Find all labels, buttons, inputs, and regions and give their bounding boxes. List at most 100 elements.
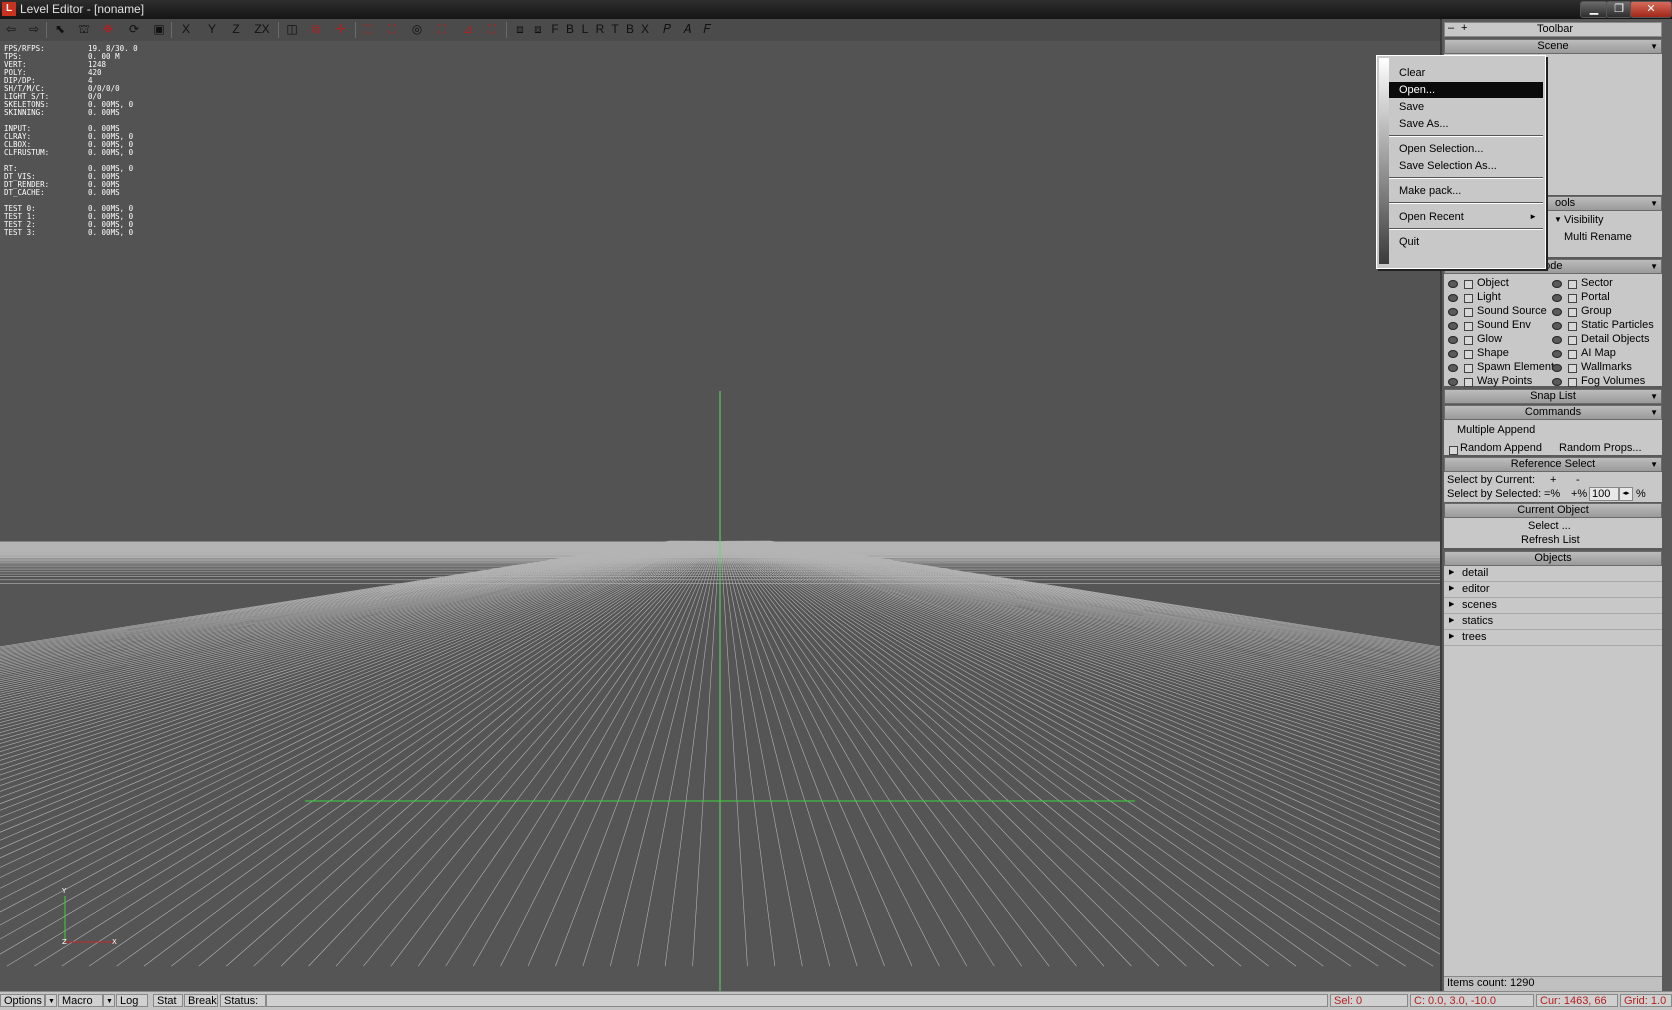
edit-mode-checkbox[interactable]: [1568, 378, 1577, 387]
menu-item-open-recent[interactable]: Open Recent ►: [1389, 209, 1543, 225]
view-left-button[interactable]: L: [580, 21, 590, 37]
zoom-extent-button[interactable]: ⧈: [512, 21, 528, 37]
maximize-button[interactable]: ❐: [1606, 1, 1632, 18]
tree-item-detail[interactable]: ▶ detail: [1444, 566, 1662, 582]
random-props-button[interactable]: Random Props...: [1559, 442, 1642, 454]
axis-y-button[interactable]: Y: [204, 21, 220, 37]
edit-mode-checkbox[interactable]: [1568, 308, 1577, 317]
stat-button[interactable]: Stat: [153, 994, 183, 1007]
objects-tree[interactable]: ▶ detail ▶ editor ▶ scenes ▶ statics ▶ trees: [1444, 566, 1662, 976]
eye-icon[interactable]: [1448, 294, 1458, 302]
expand-arrow-icon[interactable]: ▶: [1449, 600, 1454, 608]
view-reset-button[interactable]: X: [640, 21, 650, 37]
edit-mode-checkbox[interactable]: [1464, 364, 1473, 373]
edit-mode-checkbox[interactable]: [1464, 280, 1473, 289]
eye-icon[interactable]: [1448, 364, 1458, 372]
select-tool-button[interactable]: ⬉: [52, 21, 68, 37]
rotate-tool-button[interactable]: ⟳: [126, 21, 142, 37]
multi-rename-button[interactable]: Multi Rename: [1564, 231, 1632, 243]
edit-mode-ai-map[interactable]: AI Map: [1581, 347, 1616, 359]
menu-item-make-pack[interactable]: Make pack...: [1389, 183, 1543, 199]
view-top-button[interactable]: T: [610, 21, 620, 37]
collapse-all-button[interactable]: –: [1448, 22, 1454, 34]
eye-icon[interactable]: [1448, 280, 1458, 288]
current-object-section-header[interactable]: Current Object: [1444, 503, 1662, 518]
random-append-checkbox[interactable]: [1449, 446, 1458, 455]
scene-section-header[interactable]: Scene ▼: [1444, 39, 1662, 54]
camera-arcball-button[interactable]: 𝐴: [680, 21, 694, 37]
add-tool-button[interactable]: ⛫: [76, 21, 92, 37]
view-bottom-button[interactable]: B: [625, 21, 635, 37]
eye-icon[interactable]: [1552, 336, 1562, 344]
percent-input[interactable]: 100: [1589, 487, 1619, 501]
tree-item-scenes[interactable]: ▶ scenes: [1444, 598, 1662, 614]
edit-mode-shape[interactable]: Shape: [1477, 347, 1509, 359]
nonuniform-scale-button[interactable]: ⧉: [308, 21, 324, 37]
edit-mode-spawn-element[interactable]: Spawn Element: [1477, 361, 1554, 373]
menu-item-clear[interactable]: Clear: [1389, 65, 1543, 81]
axis-z-button[interactable]: Z: [228, 21, 244, 37]
pivot-button[interactable]: ✛: [333, 21, 349, 37]
select-by-current-minus-button[interactable]: -: [1576, 474, 1580, 486]
eye-icon[interactable]: [1552, 280, 1562, 288]
edit-mode-wallmarks[interactable]: Wallmarks: [1581, 361, 1632, 373]
edit-mode-checkbox[interactable]: [1568, 294, 1577, 303]
snap-list-section-header[interactable]: Snap List ▼: [1444, 389, 1662, 404]
tree-item-statics[interactable]: ▶ statics: [1444, 614, 1662, 630]
axis-zx-button[interactable]: ZX: [252, 21, 272, 37]
edit-mode-checkbox[interactable]: [1568, 322, 1577, 331]
refresh-list-button[interactable]: Refresh List: [1521, 534, 1580, 546]
select-by-selected-plus-button[interactable]: +%: [1571, 488, 1587, 500]
objects-section-header[interactable]: Objects: [1444, 551, 1662, 566]
snap-vertex-button[interactable]: ⛶: [484, 21, 500, 37]
close-button[interactable]: ✕: [1630, 1, 1672, 18]
camera-planar-button[interactable]: 𝑃: [660, 21, 674, 37]
edit-mode-portal[interactable]: Portal: [1581, 291, 1610, 303]
menu-item-save[interactable]: Save: [1389, 99, 1543, 115]
edit-mode-group[interactable]: Group: [1581, 305, 1612, 317]
select-object-button[interactable]: Select ...: [1528, 520, 1571, 532]
edit-mode-checkbox[interactable]: [1464, 350, 1473, 359]
eye-icon[interactable]: [1552, 294, 1562, 302]
edit-mode-checkbox[interactable]: [1464, 336, 1473, 345]
edit-mode-checkbox[interactable]: [1464, 294, 1473, 303]
move-tool-button[interactable]: ✥: [100, 21, 116, 37]
expand-arrow-icon[interactable]: ▶: [1449, 632, 1454, 640]
multiple-append-button[interactable]: Multiple Append: [1457, 424, 1535, 436]
camera-fly-button[interactable]: 𝐹: [700, 21, 714, 37]
options-button[interactable]: Options: [0, 994, 45, 1007]
expand-arrow-icon[interactable]: ▶: [1449, 568, 1454, 576]
edit-mode-detail-objects[interactable]: Detail Objects: [1581, 333, 1649, 345]
snap-move-button[interactable]: ⛶: [434, 21, 450, 37]
edit-mode-checkbox[interactable]: [1568, 336, 1577, 345]
edit-mode-static-particles[interactable]: Static Particles: [1581, 319, 1654, 331]
edit-mode-fog-volumes[interactable]: Fog Volumes: [1581, 375, 1645, 387]
eye-icon[interactable]: [1448, 336, 1458, 344]
view-right-button[interactable]: R: [595, 21, 605, 37]
menu-item-quit[interactable]: Quit: [1389, 234, 1543, 250]
edit-mode-checkbox[interactable]: [1464, 308, 1473, 317]
menu-item-save-as[interactable]: Save As...: [1389, 116, 1543, 132]
log-button[interactable]: Log: [116, 994, 148, 1007]
macro-dropdown[interactable]: ▼: [103, 994, 115, 1007]
mirror-button[interactable]: ◫: [284, 21, 300, 37]
edit-mode-sound-env[interactable]: Sound Env: [1477, 319, 1531, 331]
select-by-current-plus-button[interactable]: +: [1550, 474, 1556, 486]
eye-icon[interactable]: [1448, 378, 1458, 386]
reference-select-section-header[interactable]: Reference Select ▼: [1444, 457, 1662, 472]
tree-item-editor[interactable]: ▶ editor: [1444, 582, 1662, 598]
zoom-selected-button[interactable]: ⧈: [530, 21, 546, 37]
eye-icon[interactable]: [1448, 350, 1458, 358]
eye-icon[interactable]: [1552, 308, 1562, 316]
eye-icon[interactable]: [1552, 350, 1562, 358]
redo-button[interactable]: ⇨: [26, 21, 42, 37]
expand-arrow-icon[interactable]: ▶: [1449, 584, 1454, 592]
expand-arrow-icon[interactable]: ▶: [1449, 616, 1454, 624]
macro-button[interactable]: Macro: [58, 994, 103, 1007]
snap-angle-button[interactable]: ◎: [409, 21, 425, 37]
break-button[interactable]: Break: [184, 994, 218, 1007]
snap-normal-button[interactable]: ⊿: [460, 21, 476, 37]
select-by-selected-eq-button[interactable]: =%: [1544, 488, 1560, 500]
edit-mode-light[interactable]: Light: [1477, 291, 1501, 303]
edit-mode-checkbox[interactable]: [1464, 322, 1473, 331]
